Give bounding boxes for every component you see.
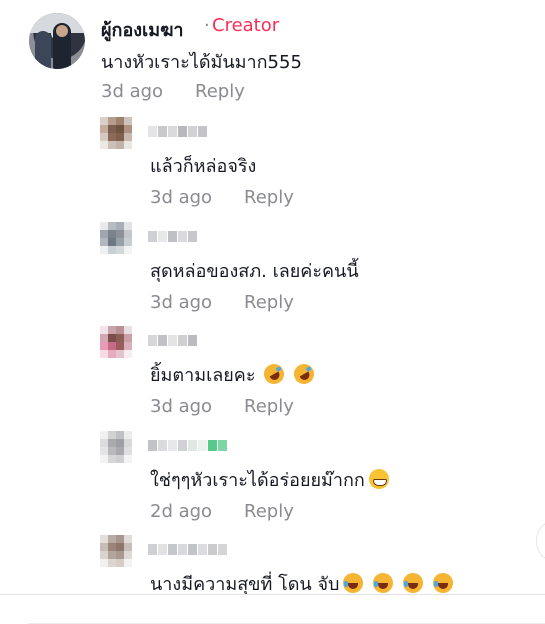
reply-comment: ใช่ๆๆหัวเราะได้อร่อยยม๊ากก 2d ago Reply [100, 431, 530, 531]
reply-comment: แล้วก็หล่อจริง 3d ago Reply [100, 117, 530, 217]
reply-time: 3d ago [150, 187, 213, 208]
blurred-avatar[interactable] [100, 222, 134, 262]
tears-of-joy-emoji-icon [433, 573, 454, 593]
reply-comment: สุดหล่อของสภ. เลยค่ะคนนี้ 3d ago Reply [100, 222, 530, 322]
blurred-username [148, 541, 228, 555]
reply-comment: นางมีความสุขที่ โดน จับ [100, 535, 530, 595]
tears-of-joy-emoji-icon [403, 573, 424, 593]
reply-text: ใช่ๆๆหัวเราะได้อร่อยยม๊ากก [150, 465, 389, 494]
grinning-emoji-icon [368, 469, 389, 489]
creator-badge: Creator [212, 15, 280, 36]
reply-button[interactable]: Reply [244, 187, 294, 208]
blurred-username [148, 332, 198, 346]
tears-of-joy-emoji-icon [373, 573, 394, 593]
reply-text: สุดหล่อของสภ. เลยค่ะคนนี้ [150, 261, 359, 282]
creator-avatar[interactable] [29, 13, 85, 69]
reply-comment: ยิ้มตามเลยคะ 3d ago Reply [100, 326, 530, 426]
parent-reply-button[interactable]: Reply [195, 81, 245, 102]
scroll-edge [536, 520, 545, 562]
rofl-emoji-icon [259, 360, 288, 388]
parent-comment: ผู้กองเมฆา · Creator นางหัวเราะได้มันมาก… [29, 13, 529, 109]
reply-time: 3d ago [150, 396, 213, 417]
reply-text-content: ใช่ๆๆหัวเราะได้อร่อยยม๊ากก [150, 470, 365, 491]
parent-comment-time: 3d ago [101, 81, 164, 102]
blurred-username [148, 437, 228, 451]
rofl-emoji-icon [289, 360, 318, 388]
reply-button[interactable]: Reply [244, 396, 294, 417]
blurred-avatar[interactable] [100, 535, 134, 575]
creator-username[interactable]: ผู้กองเมฆา [101, 15, 184, 44]
tears-of-joy-emoji-icon [343, 573, 364, 593]
blurred-username [148, 123, 208, 137]
blurred-username [148, 228, 198, 242]
reply-time: 2d ago [150, 501, 213, 522]
blurred-avatar[interactable] [100, 117, 134, 157]
parent-comment-text: นางหัวเราะได้มันมาก555 [101, 52, 302, 73]
reply-text: แล้วก็หล่อจริง [150, 156, 257, 177]
reply-text: ยิ้มตามเลยคะ [150, 360, 318, 389]
blurred-avatar[interactable] [100, 326, 134, 366]
reply-button[interactable]: Reply [244, 501, 294, 522]
reply-button[interactable]: Reply [244, 292, 294, 313]
divider [0, 594, 545, 595]
reply-time: 3d ago [150, 292, 213, 313]
reply-text-content: นางมีความสุขที่ โดน จับ [150, 574, 340, 595]
separator-dot: · [204, 15, 210, 36]
reply-text-content: ยิ้มตามเลยคะ [150, 365, 256, 386]
blurred-avatar[interactable] [100, 431, 134, 471]
